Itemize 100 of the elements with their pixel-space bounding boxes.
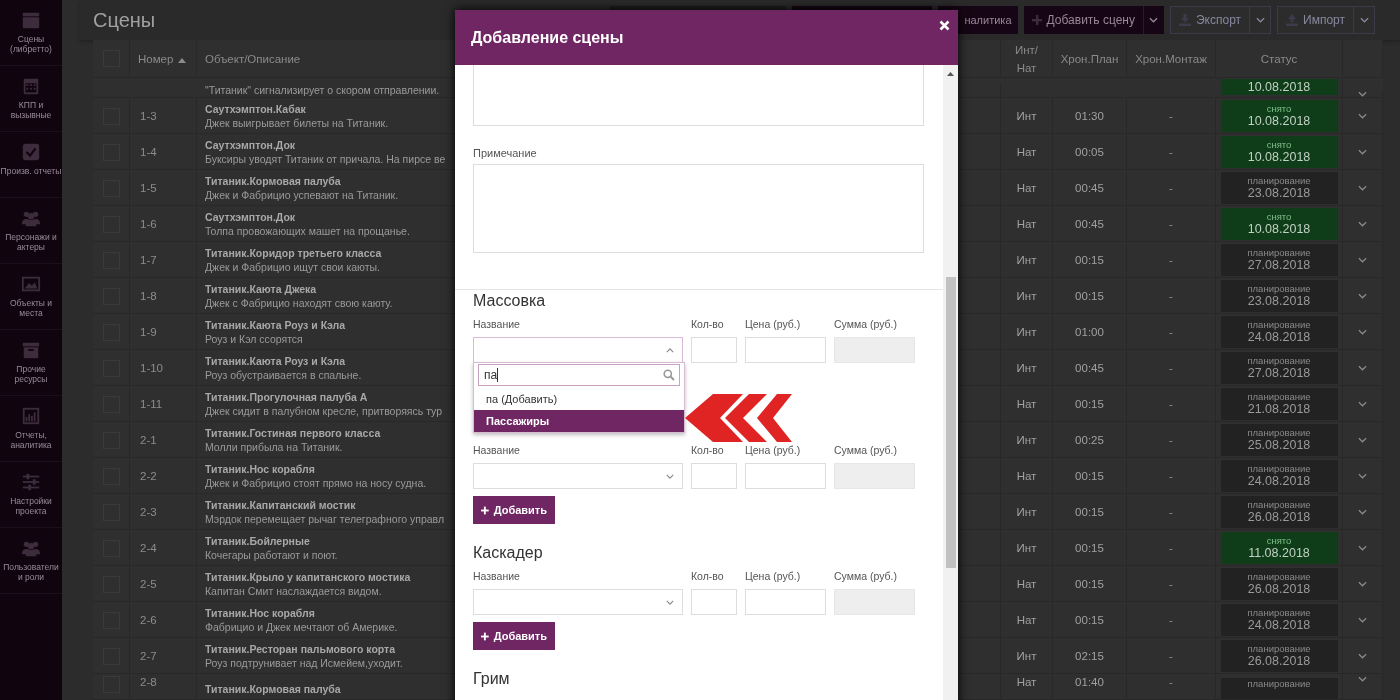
column-header[interactable]: Статус: [1260, 52, 1298, 65]
chevron-down-icon: [1358, 401, 1367, 407]
scene-number: 2-3: [139, 506, 157, 518]
scene-location: Титаник.Нос корабля: [205, 606, 315, 620]
scene-location: Титаник.Бойлерные: [205, 534, 310, 548]
table-cell: 00:15: [1075, 470, 1104, 482]
column-header[interactable]: Номер: [138, 52, 187, 65]
select-field[interactable]: [473, 589, 683, 615]
clapperboard-icon: [21, 10, 41, 30]
table-cell: Нат: [1016, 218, 1037, 230]
status-label: планирование: [1247, 355, 1311, 366]
checkbox-icon: [21, 142, 41, 162]
search-icon: [663, 369, 675, 381]
field-label: Кол-во: [691, 317, 725, 331]
sidebar-item[interactable]: КПП и вызывные: [0, 66, 62, 132]
dropdown-button[interactable]: [1354, 6, 1375, 34]
close-button[interactable]: [939, 19, 950, 30]
table-cell: -: [1169, 578, 1173, 590]
column-header[interactable]: Инт/ Нат: [1014, 40, 1039, 77]
status-date: 27.08.2018: [1247, 366, 1311, 381]
status-date: 27.08.2018: [1247, 258, 1311, 273]
table-cell: 00:15: [1075, 506, 1104, 518]
sidebar-item[interactable]: Сцены (либретто): [0, 0, 62, 66]
table-cell: -: [1169, 398, 1173, 410]
scrollbar-thumb[interactable]: [946, 277, 956, 568]
scene-number: 1-7: [139, 254, 157, 266]
quantity-field[interactable]: [691, 337, 737, 363]
quantity-field[interactable]: [691, 463, 737, 489]
sidebar-item[interactable]: Отчеты, аналитика: [0, 396, 62, 462]
sidebar-item[interactable]: Объекты и места: [0, 264, 62, 330]
column-header[interactable]: Хрон.Монтаж: [1135, 52, 1207, 65]
table-cell: Инт: [1016, 254, 1037, 266]
dropdown-button[interactable]: [1250, 6, 1272, 34]
chevron-down-icon: [1358, 113, 1367, 119]
archive-icon: [21, 340, 41, 360]
status-label: планирование: [1247, 283, 1311, 294]
table-cell: -: [1169, 254, 1173, 266]
price-field[interactable]: [745, 463, 826, 489]
scene-description: Роуз подтрунивает над Исмейем,уходит.: [205, 656, 403, 670]
status-date: 10.08.2018: [1247, 150, 1311, 165]
table-cell: Инт: [1016, 110, 1037, 122]
scene-description: Молли прибыла на Титаник.: [205, 440, 343, 454]
dropdown-option[interactable]: Пассажиры: [474, 410, 684, 432]
scene-description: Джек и Фабрицио стоят прямо на носу судна.: [205, 476, 427, 490]
field-label: Сумма (руб.): [834, 443, 898, 457]
status-date: 24.08.2018: [1247, 618, 1311, 633]
sidebar-item[interactable]: Произв. отчеты: [0, 132, 62, 198]
select-field[interactable]: [473, 463, 683, 489]
status-label: планирование: [1247, 643, 1311, 654]
column-header[interactable]: Хрон.План: [1060, 52, 1119, 65]
scene-location: Титаник.Ресторан пальмового корта: [205, 642, 396, 656]
section-heading: Грим: [473, 669, 511, 689]
scene-description: Джек сидит в палубном кресле, притворяясь тур: [205, 404, 443, 418]
status-date: 11.08.2018: [1248, 546, 1310, 561]
sidebar-item[interactable]: Пользователи и роли: [0, 528, 62, 594]
text-area[interactable]: [473, 65, 924, 126]
search-field[interactable]: па: [478, 364, 680, 386]
dropdown-button[interactable]: [1142, 6, 1164, 34]
sliders-icon: [21, 472, 41, 492]
sidebar-item[interactable]: Персонажи и актеры: [0, 198, 62, 264]
add-button[interactable]: Добавить: [473, 622, 555, 650]
add-scene-button[interactable]: Добавить сцену: [1023, 6, 1143, 34]
scene-number: 1-6: [139, 218, 157, 230]
column-header[interactable]: Объект/Описание: [205, 52, 301, 65]
upload-icon: [1286, 14, 1299, 26]
status-date: 10.08.2018: [1247, 222, 1311, 237]
status-date: 24.08.2018: [1247, 330, 1311, 345]
dropdown-option[interactable]: па (Добавить): [474, 388, 684, 410]
status-label: планирование: [1247, 175, 1311, 186]
status-date: 10.08.2018: [1247, 114, 1311, 129]
field-label: Сумма (руб.): [834, 317, 898, 331]
status-date: 23.08.2018: [1247, 294, 1311, 309]
section-heading: Массовка: [473, 291, 547, 311]
sidebar-item[interactable]: Прочие ресурсы: [0, 330, 62, 396]
table-cell: 00:45: [1075, 218, 1104, 230]
status-label: планирование: [1247, 678, 1311, 689]
table-cell: -: [1169, 290, 1173, 302]
scene-location: Саутхэмптон.Док: [205, 138, 296, 152]
table-cell: -: [1169, 676, 1173, 688]
price-field[interactable]: [745, 589, 826, 615]
scene-location: Титаник.Каюта Роуз и Кэла: [205, 354, 346, 368]
export-button[interactable]: Экспорт: [1169, 6, 1251, 34]
scene-description: "Титаник" сигнализирует о скором отправлении.: [205, 83, 440, 97]
note-text-area[interactable]: [473, 164, 924, 253]
add-button[interactable]: Добавить: [473, 496, 555, 524]
scene-description: Роуз обустраивается в спальне.: [205, 368, 362, 382]
status-date: 23.08.2018: [1247, 186, 1311, 201]
import-button[interactable]: Импорт: [1277, 6, 1354, 34]
picture-icon: [21, 274, 41, 294]
price-field[interactable]: [745, 337, 826, 363]
scrollbar[interactable]: [943, 65, 958, 700]
table-cell: 00:15: [1075, 578, 1104, 590]
sort-up-icon: [178, 57, 187, 63]
sidebar-item[interactable]: Настройки проекта: [0, 462, 62, 528]
table-cell: Нат: [1016, 676, 1037, 688]
scene-number: 2-7: [139, 650, 157, 662]
table-cell: 01:30: [1075, 110, 1104, 122]
quantity-field[interactable]: [691, 589, 737, 615]
dialog-title: Добавление сцены: [471, 28, 624, 47]
table-cell: 00:15: [1075, 290, 1104, 302]
